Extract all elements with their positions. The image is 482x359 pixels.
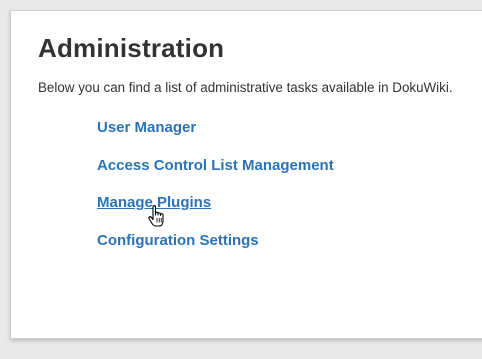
configuration-settings-link[interactable]: Configuration Settings bbox=[97, 232, 259, 249]
list-item: Access Control List Management bbox=[97, 157, 334, 195]
hand-pointer-icon bbox=[148, 205, 164, 227]
intro-text: Below you can find a list of administrat… bbox=[38, 80, 453, 95]
list-item: Manage Plugins bbox=[97, 194, 334, 232]
list-item: Configuration Settings bbox=[97, 232, 334, 270]
admin-task-list: User Manager Access Control List Managem… bbox=[97, 119, 334, 270]
content-panel: Administration Below you can find a list… bbox=[10, 10, 482, 339]
page-title: Administration bbox=[38, 33, 225, 63]
user-manager-link[interactable]: User Manager bbox=[97, 119, 196, 136]
acl-management-link[interactable]: Access Control List Management bbox=[97, 157, 334, 174]
list-item: User Manager bbox=[97, 119, 334, 157]
